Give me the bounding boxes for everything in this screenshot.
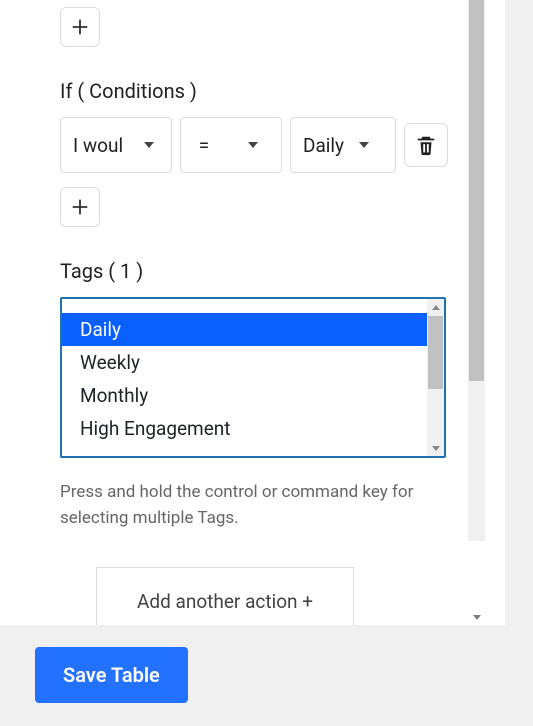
tags-heading: Tags ( 1 ) — [60, 259, 485, 283]
scroll-up-icon — [427, 299, 444, 316]
condition-row: I woul = Daily — [60, 117, 485, 173]
condition-value-value: Daily — [303, 134, 344, 157]
tag-option[interactable]: High Engagement — [62, 412, 430, 445]
add-action-label: Add another action + — [137, 590, 313, 613]
conditions-heading: If ( Conditions ) — [60, 79, 485, 103]
tags-multiselect[interactable]: Daily Weekly Monthly High Engagement — [60, 297, 446, 458]
plus-icon — [69, 196, 91, 218]
form-panel: If ( Conditions ) I woul = Daily Tags ( … — [0, 0, 505, 625]
condition-operator-value: = — [199, 134, 209, 157]
trash-icon — [415, 133, 437, 157]
save-bar: Save Table — [0, 625, 533, 726]
condition-field-select[interactable]: I woul — [60, 117, 172, 173]
tags-help-text: Press and hold the control or command ke… — [60, 480, 440, 531]
chevron-down-icon — [139, 135, 159, 155]
delete-condition-button[interactable] — [404, 123, 448, 167]
tag-option[interactable]: Weekly — [62, 346, 430, 379]
scroll-down-icon — [427, 439, 444, 456]
add-another-action-button[interactable]: Add another action + — [96, 567, 354, 625]
condition-field-value: I woul — [73, 134, 129, 157]
tag-option[interactable]: Monthly — [62, 379, 430, 412]
save-table-button[interactable]: Save Table — [35, 647, 188, 703]
tag-option-label: Monthly — [80, 384, 148, 407]
chevron-down-icon — [243, 135, 263, 155]
plus-icon — [69, 16, 91, 38]
add-group-button[interactable] — [60, 7, 100, 47]
add-condition-button[interactable] — [60, 187, 100, 227]
condition-operator-select[interactable]: = — [180, 117, 282, 173]
chevron-down-icon — [354, 135, 374, 155]
tag-option-label: Daily — [80, 318, 121, 341]
tags-scrollbar[interactable] — [427, 299, 444, 456]
tag-option-label: High Engagement — [80, 417, 231, 440]
tag-option-label: Weekly — [80, 351, 140, 374]
condition-value-select[interactable]: Daily — [290, 117, 396, 173]
tag-option[interactable]: Daily — [62, 313, 430, 346]
scroll-down-icon — [468, 608, 485, 625]
save-button-label: Save Table — [63, 663, 160, 687]
panel-scrollbar[interactable] — [468, 0, 485, 541]
